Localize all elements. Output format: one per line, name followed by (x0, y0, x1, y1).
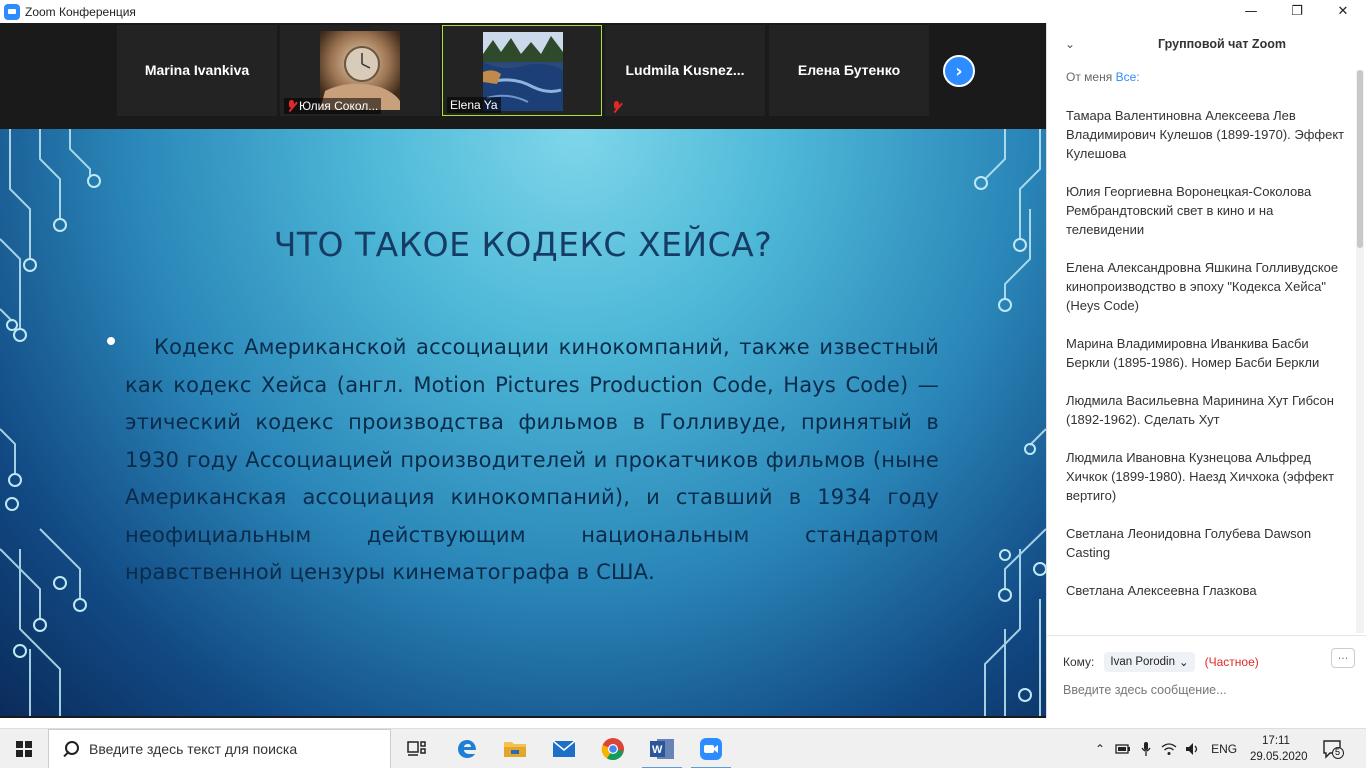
window-controls: — ❐ ✕ (1228, 0, 1366, 23)
wifi-icon[interactable] (1161, 742, 1177, 756)
search-icon (63, 741, 79, 757)
battery-icon[interactable] (1115, 742, 1131, 756)
private-label: (Частное) (1204, 655, 1259, 669)
participant-muted-label (609, 100, 624, 114)
chat-message: Юлия Георгиевна Воронецкая-Соколова Ремб… (1066, 184, 1312, 237)
participant-tile-active[interactable]: Elena Ya (442, 25, 602, 116)
chrome-button[interactable] (589, 729, 637, 768)
taskbar-search[interactable] (48, 729, 391, 768)
zoom-icon (700, 738, 722, 760)
chat-recipient-line: Кому: Ivan Porodin ⌄ (Частное) (1063, 652, 1259, 672)
next-participants-button[interactable]: › (943, 55, 975, 87)
edge-browser-button[interactable] (443, 729, 491, 768)
chat-message: Людмила Ивановна Кузнецова Альфред Хичко… (1066, 450, 1335, 503)
windows-taskbar: W ⌃ ENG 17:11 (0, 728, 1366, 768)
participant-name: Елена Бутенко (797, 62, 901, 78)
chat-message: Марина Владимировна Иванкива Басби Беркл… (1066, 336, 1320, 370)
participant-tile[interactable]: Юлия Сокол... (280, 25, 440, 116)
start-button[interactable] (0, 729, 48, 768)
task-view-icon (407, 741, 426, 756)
task-view-button[interactable] (393, 729, 441, 768)
group-chat-panel: ⌄ Групповой чат Zoom От меня Все: Тамара… (1046, 23, 1366, 718)
chat-messages: Тамара Валентиновна Алексеева Лев Владим… (1066, 106, 1351, 633)
notification-center-button[interactable]: 5 (1322, 739, 1344, 759)
maximize-button[interactable]: ❐ (1274, 0, 1320, 23)
chat-message: Светлана Алексеевна Глазкова (1066, 583, 1257, 598)
chat-message: Светлана Леонидовна Голубева Dawson Cast… (1066, 526, 1312, 560)
svg-text:W: W (652, 744, 663, 756)
notification-icon (1323, 740, 1344, 759)
meeting-area: Marina Ivankiva Юлия Сокол... Elena Ya L… (0, 23, 1046, 718)
participant-strip: Marina Ivankiva Юлия Сокол... Elena Ya L… (0, 23, 1046, 129)
notification-count: 5 (1335, 747, 1341, 757)
taskbar-clock[interactable]: 17:11 29.05.2020 (1250, 733, 1308, 765)
microphone-icon[interactable] (1140, 741, 1152, 757)
chevron-right-icon: › (955, 60, 963, 82)
to-label: Кому: (1063, 655, 1095, 669)
participant-label: Elena Ya (447, 97, 501, 113)
taskbar-search-input[interactable] (89, 741, 379, 757)
volume-icon[interactable] (1185, 742, 1201, 756)
meeting-bottom-bar (0, 716, 1046, 718)
chat-title: Групповой чат Zoom (1158, 37, 1286, 51)
chat-scrollbar[interactable] (1356, 70, 1364, 633)
zoom-taskbar-button[interactable] (687, 729, 735, 768)
participant-label: Юлия Сокол... (284, 98, 382, 114)
system-tray: ⌃ ENG (1095, 729, 1237, 768)
chevron-up-icon[interactable]: ⌃ (1095, 742, 1105, 756)
chat-message-input[interactable] (1063, 679, 1353, 701)
folder-icon (504, 742, 526, 757)
bullet-dot (107, 337, 115, 345)
mail-button[interactable] (540, 729, 588, 768)
mic-muted-icon (287, 100, 296, 112)
chat-footer: Кому: Ivan Porodin ⌄ (Частное) ··· (1047, 635, 1366, 718)
window-titlebar: Zoom Конференция — ❐ ✕ (0, 0, 1366, 23)
chat-header: ⌄ Групповой чат Zoom (1047, 23, 1366, 67)
participant-tile[interactable]: Ludmila Kusnez... (605, 25, 765, 116)
chat-from-line: От меня Все: (1066, 70, 1140, 84)
chat-more-button[interactable]: ··· (1331, 648, 1355, 668)
word-icon: W (650, 739, 674, 759)
word-button[interactable]: W (638, 729, 686, 768)
chrome-icon (601, 738, 624, 761)
recipient-dropdown[interactable]: Ivan Porodin ⌄ (1104, 652, 1195, 672)
chat-scrollbar-thumb[interactable] (1357, 70, 1363, 248)
mic-muted-icon (612, 101, 621, 113)
language-indicator[interactable]: ENG (1211, 742, 1237, 756)
slide-body-text: Кодекс Американской ассоциации кинокомпа… (125, 335, 939, 584)
window-title: Zoom Конференция (25, 4, 136, 19)
shared-screen-slide: ЧТО ТАКОЕ КОДЕКС ХЕЙСА? Кодекс Американс… (0, 129, 1046, 716)
chevron-down-icon: ⌄ (1178, 657, 1189, 669)
clock-date: 29.05.2020 (1250, 751, 1308, 763)
participant-name: Marina Ivankiva (144, 62, 250, 78)
minimize-button[interactable]: — (1228, 0, 1274, 23)
edge-icon (458, 740, 476, 758)
chat-message: Елена Александровна Яшкина Голливудское … (1066, 260, 1339, 313)
chat-message: Людмила Васильевна Маринина Хут Гибсон (… (1066, 393, 1334, 427)
participant-tile[interactable]: Елена Бутенко (769, 25, 929, 116)
clock-time: 17:11 (1262, 735, 1290, 747)
chat-message: Тамара Валентиновна Алексеева Лев Владим… (1066, 108, 1345, 161)
file-explorer-button[interactable] (491, 729, 539, 768)
mail-icon (552, 740, 576, 757)
from-target: Все: (1115, 70, 1140, 84)
participant-name: Ludmila Kusnez... (625, 62, 745, 78)
participant-tile[interactable]: Marina Ivankiva (117, 25, 277, 116)
from-label: От меня (1066, 70, 1113, 84)
close-button[interactable]: ✕ (1320, 0, 1366, 23)
slide-title: ЧТО ТАКОЕ КОДЕКС ХЕЙСА? (273, 225, 773, 264)
zoom-app-icon (4, 3, 20, 20)
windows-logo-icon (16, 741, 32, 757)
